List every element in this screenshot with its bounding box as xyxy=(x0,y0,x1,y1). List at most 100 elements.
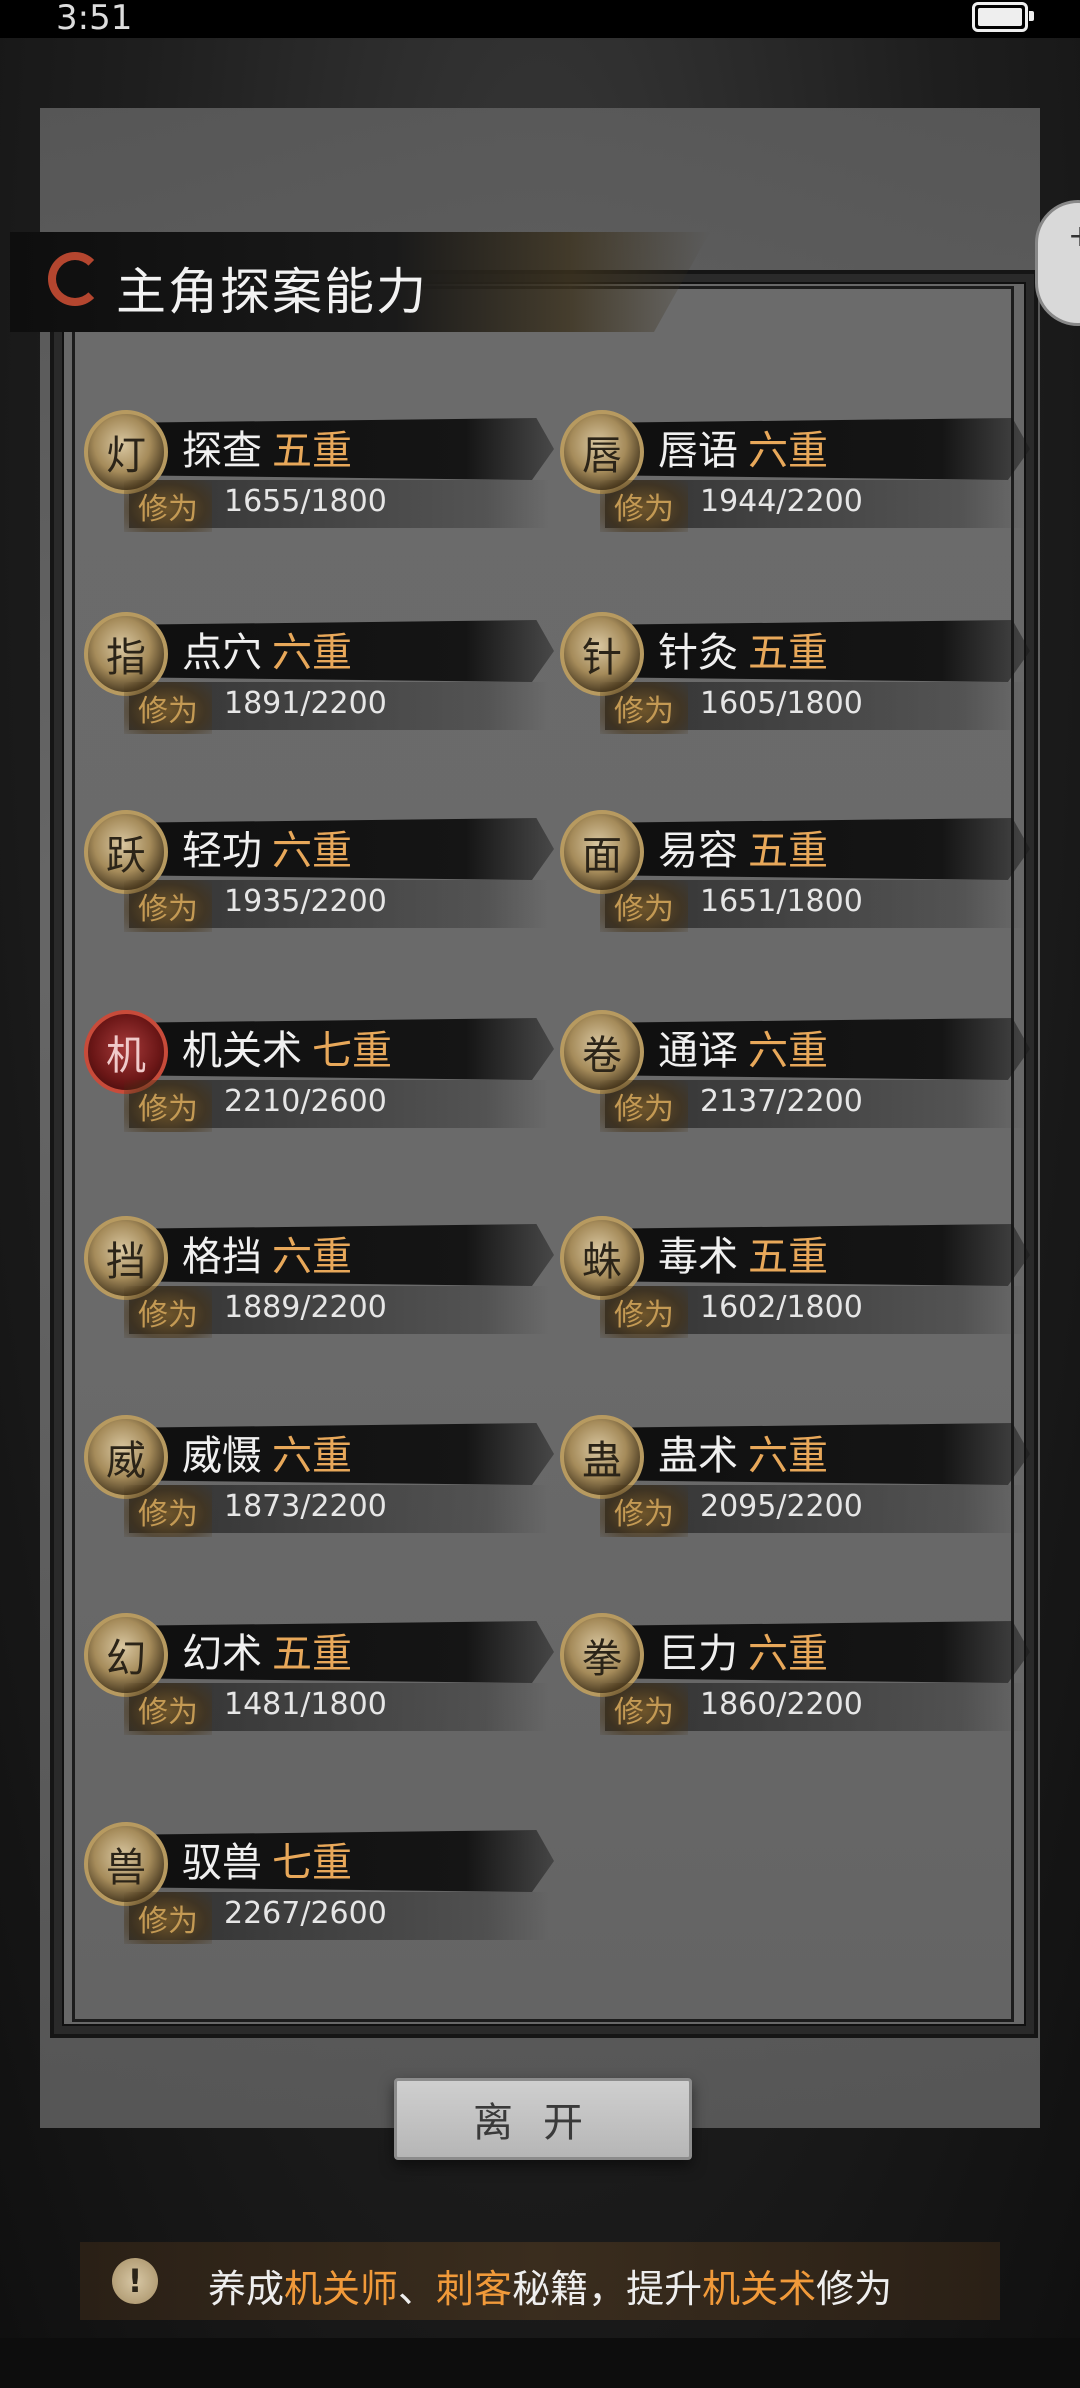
skill-item[interactable]: 灯探查 五重 修为 1655/1800 xyxy=(84,410,554,540)
skill-level: 五重 xyxy=(272,1631,352,1677)
skill-level: 六重 xyxy=(272,828,352,874)
skill-xp-label: 修为 xyxy=(124,1286,212,1338)
skill-name: 幻术 xyxy=(182,1631,262,1677)
skill-name: 机关术 xyxy=(182,1028,302,1074)
skill-title: 蛊术 六重 xyxy=(658,1423,828,1481)
skill-xp-label: 修为 xyxy=(124,880,212,932)
skill-xp-value: 1651/1800 xyxy=(700,884,863,919)
skill-name: 毒术 xyxy=(658,1234,738,1280)
skill-item[interactable]: 面易容 五重 修为 1651/1800 xyxy=(560,810,1030,940)
skill-level: 六重 xyxy=(748,428,828,474)
skill-item[interactable]: 兽驭兽 七重 修为 2267/2600 xyxy=(84,1822,554,1952)
status-bar: 3:51 xyxy=(0,0,1080,38)
skill-item[interactable]: 卷通译 六重 修为 2137/2200 xyxy=(560,1010,1030,1140)
skill-title: 点穴 六重 xyxy=(182,620,352,678)
skill-xp-value: 2267/2600 xyxy=(224,1896,387,1931)
tip-sep: 、 xyxy=(398,2267,437,2311)
skill-item[interactable]: 挡格挡 六重 修为 1889/2200 xyxy=(84,1216,554,1346)
tip-suffix: 修为 xyxy=(816,2267,893,2311)
skill-name: 探查 xyxy=(182,428,262,474)
skills-panel-inner xyxy=(72,286,1014,2022)
skill-xp-value: 2137/2200 xyxy=(700,1084,863,1119)
tip-text: 养成机关师、刺客秘籍，提升机关术修为 xyxy=(208,2258,892,2313)
skill-name: 巨力 xyxy=(658,1631,738,1677)
tip-highlight-2: 刺客 xyxy=(436,2267,513,2311)
skill-xp-label: 修为 xyxy=(600,480,688,532)
skill-xp-value: 1935/2200 xyxy=(224,884,387,919)
skill-item[interactable]: 唇唇语 六重 修为 1944/2200 xyxy=(560,410,1030,540)
skill-item[interactable]: 机机关术 七重 修为 2210/2600 xyxy=(84,1010,554,1140)
skill-level: 六重 xyxy=(748,1028,828,1074)
skill-level: 五重 xyxy=(272,428,352,474)
side-expand-button[interactable]: + xyxy=(1035,200,1080,326)
skill-name: 格挡 xyxy=(182,1234,262,1280)
skill-title: 探查 五重 xyxy=(182,418,352,476)
skill-name: 驭兽 xyxy=(182,1840,262,1886)
tip-highlight-1: 机关师 xyxy=(284,2267,399,2311)
battery-fill xyxy=(978,8,1022,26)
skill-title: 驭兽 七重 xyxy=(182,1830,352,1888)
tip-mid: 秘籍，提升 xyxy=(512,2267,703,2311)
skill-title: 轻功 六重 xyxy=(182,818,352,876)
skill-xp-label: 修为 xyxy=(600,880,688,932)
status-time: 3:51 xyxy=(56,0,133,38)
leave-button[interactable]: 离开 xyxy=(394,2078,692,2160)
skill-title: 威慑 六重 xyxy=(182,1423,352,1481)
skill-xp-label: 修为 xyxy=(600,1683,688,1735)
skill-item[interactable]: 指点穴 六重 修为 1891/2200 xyxy=(84,612,554,742)
exclamation-icon: ! xyxy=(112,2258,158,2304)
skill-name: 轻功 xyxy=(182,828,262,874)
skill-item[interactable]: 针针灸 五重 修为 1605/1800 xyxy=(560,612,1030,742)
skill-level: 五重 xyxy=(748,828,828,874)
tip-highlight-3: 机关术 xyxy=(702,2267,817,2311)
skill-xp-value: 2095/2200 xyxy=(700,1489,863,1524)
skill-name: 易容 xyxy=(658,828,738,874)
skill-title: 通译 六重 xyxy=(658,1018,828,1076)
skill-xp-value: 1944/2200 xyxy=(700,484,863,519)
skill-xp-label: 修为 xyxy=(600,1485,688,1537)
skill-title: 巨力 六重 xyxy=(658,1621,828,1679)
skill-xp-label: 修为 xyxy=(124,1892,212,1944)
skill-xp-label: 修为 xyxy=(124,682,212,734)
skill-item[interactable]: 蛊蛊术 六重 修为 2095/2200 xyxy=(560,1415,1030,1545)
skill-title: 格挡 六重 xyxy=(182,1224,352,1282)
plus-icon: + xyxy=(1068,219,1080,254)
skill-item[interactable]: 拳巨力 六重 修为 1860/2200 xyxy=(560,1613,1030,1743)
skill-level: 七重 xyxy=(272,1840,352,1886)
skill-item[interactable]: 幻幻术 五重 修为 1481/1800 xyxy=(84,1613,554,1743)
skill-item[interactable]: 蛛毒术 五重 修为 1602/1800 xyxy=(560,1216,1030,1346)
skill-xp-value: 1860/2200 xyxy=(700,1687,863,1722)
skill-xp-value: 1655/1800 xyxy=(224,484,387,519)
skill-xp-value: 1891/2200 xyxy=(224,686,387,721)
skill-xp-value: 2210/2600 xyxy=(224,1084,387,1119)
skill-level: 六重 xyxy=(272,1433,352,1479)
battery-icon xyxy=(972,2,1034,32)
skill-xp-label: 修为 xyxy=(124,1080,212,1132)
skill-name: 通译 xyxy=(658,1028,738,1074)
skill-title: 针灸 五重 xyxy=(658,620,828,678)
skill-level: 六重 xyxy=(272,1234,352,1280)
skill-level: 五重 xyxy=(748,630,828,676)
skill-level: 六重 xyxy=(272,630,352,676)
skill-item[interactable]: 威威慑 六重 修为 1873/2200 xyxy=(84,1415,554,1545)
skill-xp-value: 1605/1800 xyxy=(700,686,863,721)
skill-title: 机关术 七重 xyxy=(182,1018,392,1076)
skill-xp-label: 修为 xyxy=(124,1485,212,1537)
skill-xp-value: 1873/2200 xyxy=(224,1489,387,1524)
skill-name: 威慑 xyxy=(182,1433,262,1479)
skill-level: 六重 xyxy=(748,1631,828,1677)
skill-name: 唇语 xyxy=(658,428,738,474)
tip-prefix: 养成 xyxy=(208,2267,285,2311)
skill-name: 蛊术 xyxy=(658,1433,738,1479)
skill-name: 点穴 xyxy=(182,630,262,676)
skill-xp-value: 1889/2200 xyxy=(224,1290,387,1325)
skill-xp-label: 修为 xyxy=(600,1080,688,1132)
skill-title: 唇语 六重 xyxy=(658,418,828,476)
page-title: 主角探案能力 xyxy=(116,263,428,321)
skill-title: 毒术 五重 xyxy=(658,1224,828,1282)
skill-xp-value: 1481/1800 xyxy=(224,1687,387,1722)
skill-xp-label: 修为 xyxy=(600,1286,688,1338)
skill-xp-value: 1602/1800 xyxy=(700,1290,863,1325)
skill-item[interactable]: 跃轻功 六重 修为 1935/2200 xyxy=(84,810,554,940)
skill-xp-label: 修为 xyxy=(600,682,688,734)
